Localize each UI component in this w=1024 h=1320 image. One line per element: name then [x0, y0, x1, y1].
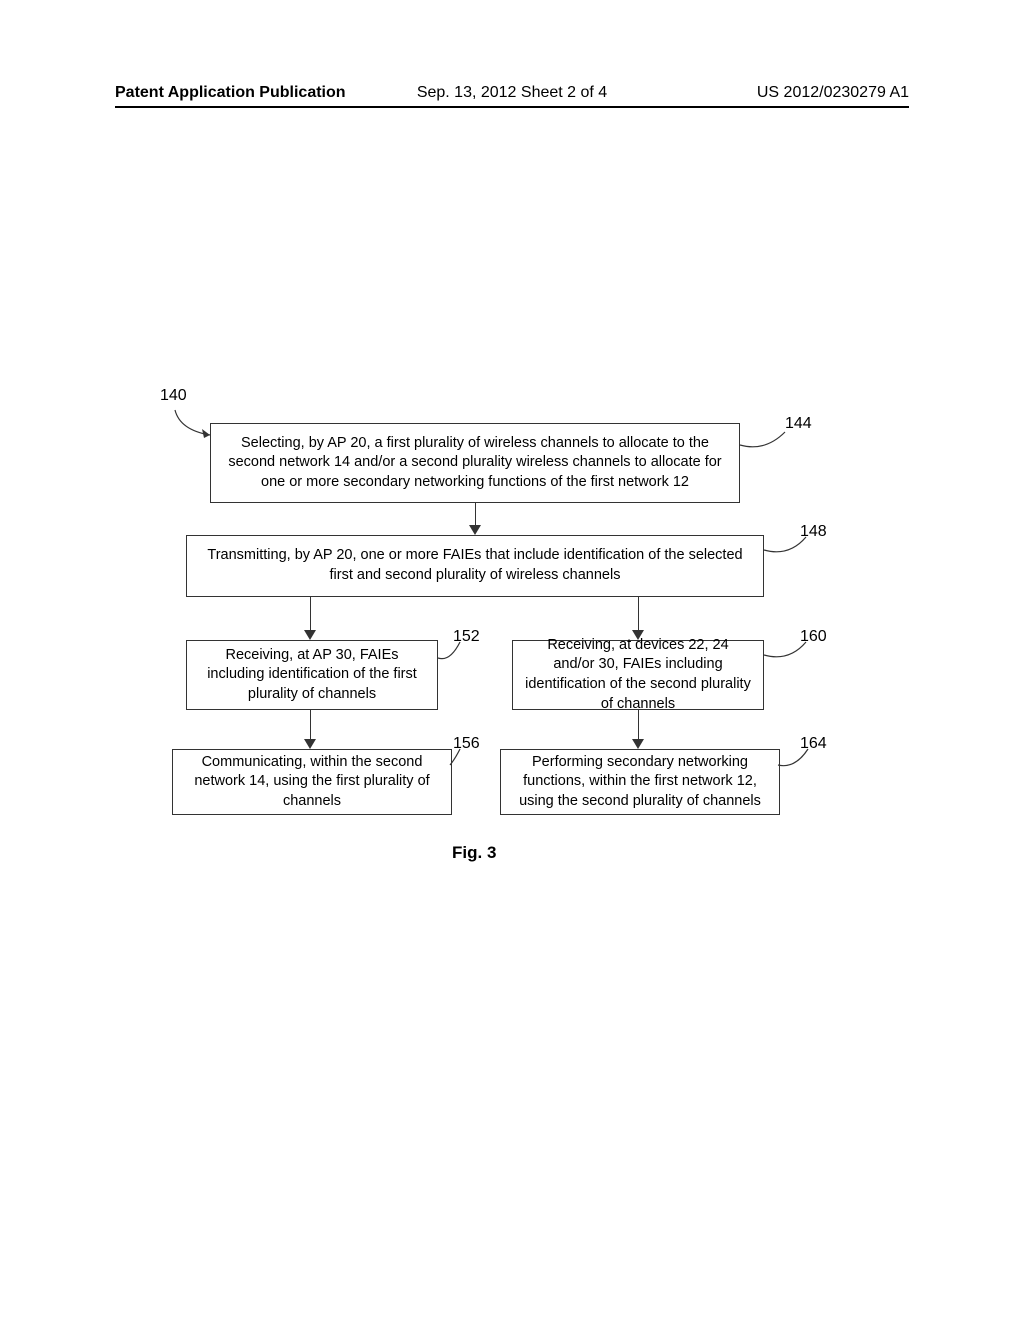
page-header: Patent Application Publication Sep. 13, …	[0, 84, 1024, 102]
leader-148	[764, 535, 814, 560]
box-148-text: Transmitting, by AP 20, one or more FAIE…	[199, 546, 751, 585]
ref-140: 140	[160, 387, 187, 405]
arrowhead-148-152	[304, 630, 316, 640]
leader-164	[770, 747, 815, 772]
box-148: Transmitting, by AP 20, one or more FAIE…	[186, 535, 764, 597]
box-144: Selecting, by AP 20, a first plurality o…	[210, 423, 740, 503]
leader-152	[430, 640, 465, 665]
figure-label: Fig. 3	[452, 843, 496, 863]
arrow-148-152	[310, 597, 311, 633]
box-156: Communicating, within the second network…	[172, 749, 452, 815]
header-center: Sep. 13, 2012 Sheet 2 of 4	[380, 84, 645, 102]
leader-144	[740, 430, 790, 455]
leader-160	[764, 640, 814, 665]
box-152: Receiving, at AP 30, FAIEs including ide…	[186, 640, 438, 710]
arrow-152-156	[310, 710, 311, 742]
header-right: US 2012/0230279 A1	[644, 84, 909, 102]
box-152-text: Receiving, at AP 30, FAIEs including ide…	[199, 646, 425, 705]
box-156-text: Communicating, within the second network…	[185, 753, 439, 812]
box-160: Receiving, at devices 22, 24 and/or 30, …	[512, 640, 764, 710]
box-160-text: Receiving, at devices 22, 24 and/or 30, …	[525, 636, 751, 714]
box-144-text: Selecting, by AP 20, a first plurality o…	[223, 434, 727, 493]
arrowhead-144-148	[469, 525, 481, 535]
arrowhead-160-164	[632, 739, 644, 749]
arrowhead-152-156	[304, 739, 316, 749]
box-164-text: Performing secondary networking function…	[513, 753, 767, 812]
header-divider	[115, 106, 909, 108]
header-left: Patent Application Publication	[115, 84, 380, 102]
arrow-160-164	[638, 710, 639, 742]
arrow-148-160	[638, 597, 639, 633]
box-164: Performing secondary networking function…	[500, 749, 780, 815]
leader-156	[430, 747, 465, 772]
